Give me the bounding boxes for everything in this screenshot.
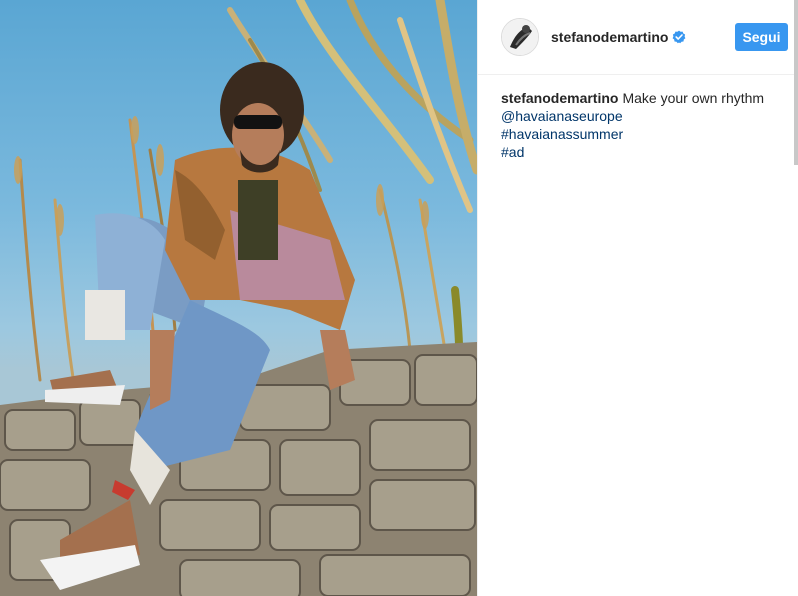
caption: stefanodemartino Make your own rhythm @ha… xyxy=(501,89,781,161)
caption-username-link[interactable]: stefanodemartino xyxy=(501,90,618,106)
avatar-image xyxy=(502,19,538,55)
hashtag-link-havaianassummer[interactable]: #havaianassummer xyxy=(501,125,781,143)
post-sidebar: stefanodemartino Segui stefanodemartino M… xyxy=(477,0,798,596)
comments-scrollbar[interactable] xyxy=(794,0,798,165)
post-photo[interactable] xyxy=(0,0,477,596)
caption-text: Make your own rhythm xyxy=(622,90,765,106)
post-header: stefanodemartino Segui xyxy=(478,0,798,75)
follow-button[interactable]: Segui xyxy=(735,23,788,51)
avatar[interactable] xyxy=(501,18,539,56)
mention-link[interactable]: @havaianaseurope xyxy=(501,107,781,125)
verified-badge-icon xyxy=(673,30,686,44)
username-link[interactable]: stefanodemartino xyxy=(551,29,668,45)
post-photo-illustration xyxy=(0,0,477,596)
instagram-post: stefanodemartino Segui stefanodemartino M… xyxy=(0,0,798,596)
hashtag-link-ad[interactable]: #ad xyxy=(501,143,781,161)
